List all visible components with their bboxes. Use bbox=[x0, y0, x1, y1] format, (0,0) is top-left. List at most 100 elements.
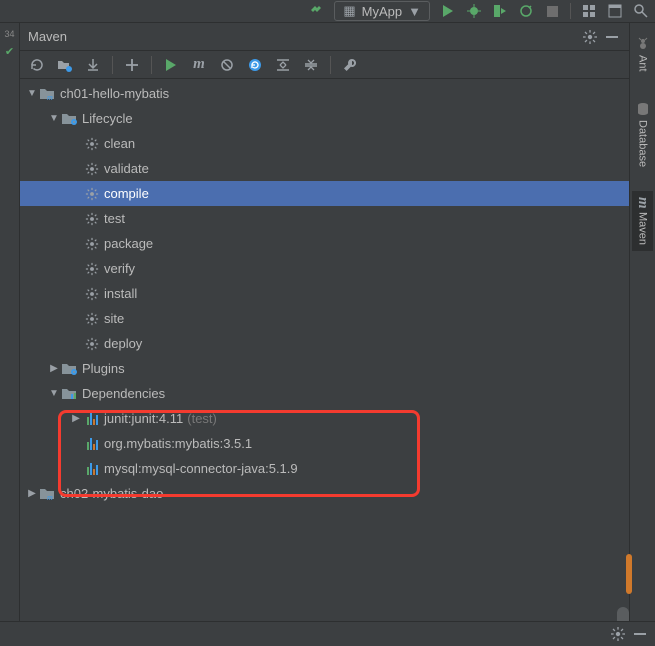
lib-icon bbox=[84, 436, 100, 452]
chevron-down-icon[interactable]: ▼ bbox=[26, 88, 38, 99]
tree-row[interactable]: install bbox=[20, 281, 629, 306]
tree-row[interactable]: verify bbox=[20, 256, 629, 281]
editor-scrollbar-marker bbox=[626, 554, 632, 594]
chevron-right-icon[interactable]: ▶ bbox=[70, 413, 82, 424]
gear-icon bbox=[84, 136, 100, 152]
play-icon[interactable] bbox=[440, 3, 456, 19]
line-badge: 34 bbox=[4, 29, 14, 39]
tree-row[interactable]: ▼ Dependencies bbox=[20, 381, 629, 406]
skip-tests-icon[interactable] bbox=[216, 54, 238, 76]
gear-icon bbox=[84, 311, 100, 327]
tree-row[interactable]: test bbox=[20, 206, 629, 231]
gear-icon bbox=[84, 186, 100, 202]
right-tab-database[interactable]: Database bbox=[634, 96, 652, 173]
tree-row[interactable]: org.mybatis:mybatis:3.5.1 bbox=[20, 431, 629, 456]
add-icon[interactable] bbox=[121, 54, 143, 76]
m-icon[interactable]: m bbox=[188, 54, 210, 76]
coverage-icon[interactable] bbox=[492, 3, 508, 19]
tree-label: ch02-mybatis-dao bbox=[60, 486, 163, 501]
minimize-icon[interactable] bbox=[603, 28, 621, 46]
generate-icon[interactable] bbox=[54, 54, 76, 76]
gear-icon bbox=[84, 211, 100, 227]
hammer-icon[interactable] bbox=[308, 3, 324, 19]
download-icon[interactable] bbox=[82, 54, 104, 76]
tree-row[interactable]: compile bbox=[20, 181, 629, 206]
tree-row[interactable]: ▶Plugins bbox=[20, 356, 629, 381]
tree-row[interactable]: mysql:mysql-connector-java:5.1.9 bbox=[20, 456, 629, 481]
window-icon[interactable] bbox=[607, 3, 623, 19]
chevron-down-icon[interactable]: ▼ bbox=[48, 388, 60, 399]
right-tab-label: Database bbox=[637, 120, 649, 167]
left-gutter: 34 ✔ bbox=[0, 23, 20, 621]
minimize-icon[interactable] bbox=[633, 627, 647, 641]
scrollbar-thumb[interactable] bbox=[617, 607, 629, 621]
gear-icon bbox=[84, 336, 100, 352]
check-icon: ✔ bbox=[5, 45, 14, 58]
layout-icon[interactable] bbox=[581, 3, 597, 19]
tree-hint: (test) bbox=[187, 411, 217, 426]
maven-icon: m bbox=[634, 197, 651, 209]
tree-label: Lifecycle bbox=[82, 111, 133, 126]
chevron-down-icon: ▼ bbox=[408, 4, 421, 19]
right-tab-ant[interactable]: Ant bbox=[634, 31, 652, 78]
panel-title: Maven bbox=[28, 29, 577, 44]
tree-row[interactable]: ▶m ch02-mybatis-dao bbox=[20, 481, 629, 506]
tree-row[interactable]: clean bbox=[20, 131, 629, 156]
maven-panel: Maven m ▼mch01-hello-mybatis▼Lifecyclecl… bbox=[20, 23, 629, 621]
cycle-icon[interactable] bbox=[244, 54, 266, 76]
gear-icon[interactable] bbox=[611, 627, 625, 641]
run-config-selector[interactable]: ▦ MyApp ▼ bbox=[334, 1, 430, 21]
chevron-right-icon[interactable]: ▶ bbox=[26, 488, 38, 499]
chevron-right-icon[interactable]: ▶ bbox=[48, 363, 60, 374]
tree-label: Dependencies bbox=[82, 386, 165, 401]
tree-label: install bbox=[104, 286, 137, 301]
app-icon: ▦ bbox=[343, 3, 355, 19]
ide-top-toolbar: ▦ MyApp ▼ bbox=[0, 0, 655, 23]
gear-icon bbox=[84, 236, 100, 252]
tree-label: clean bbox=[104, 136, 135, 151]
gear-icon bbox=[84, 286, 100, 302]
tree-label: junit:junit:4.11 bbox=[104, 411, 183, 426]
run-config-label: MyApp bbox=[362, 4, 402, 19]
panel-header: Maven bbox=[20, 23, 629, 51]
tree-label: verify bbox=[104, 261, 135, 276]
tree-row[interactable]: validate bbox=[20, 156, 629, 181]
play-icon[interactable] bbox=[160, 54, 182, 76]
tree-label: deploy bbox=[104, 336, 142, 351]
tree-row[interactable]: ▼mch01-hello-mybatis bbox=[20, 81, 629, 106]
folder-lib-icon bbox=[62, 386, 78, 402]
maven-tree[interactable]: ▼mch01-hello-mybatis▼Lifecyclecleanvalid… bbox=[20, 79, 629, 621]
tree-label: ch01-hello-mybatis bbox=[60, 86, 169, 101]
lib-icon bbox=[84, 411, 100, 427]
profile-icon[interactable] bbox=[518, 3, 534, 19]
right-gutter: Ant Database m Maven bbox=[629, 23, 655, 621]
tree-row[interactable]: ▼ Lifecycle bbox=[20, 106, 629, 131]
tree-label: package bbox=[104, 236, 153, 251]
tree-row[interactable]: site bbox=[20, 306, 629, 331]
gear-icon[interactable] bbox=[581, 28, 599, 46]
right-tab-label: Ant bbox=[637, 55, 649, 72]
stop-icon[interactable] bbox=[544, 3, 560, 19]
lib-icon bbox=[84, 461, 100, 477]
gear-icon bbox=[84, 161, 100, 177]
ant-icon bbox=[636, 37, 650, 51]
folder-icon bbox=[62, 361, 78, 377]
module-icon: m bbox=[40, 486, 56, 502]
debug-icon[interactable] bbox=[466, 3, 482, 19]
tree-row[interactable]: package bbox=[20, 231, 629, 256]
search-icon[interactable] bbox=[633, 3, 649, 19]
tree-label: compile bbox=[104, 186, 149, 201]
chevron-down-icon[interactable]: ▼ bbox=[48, 113, 60, 124]
right-tab-maven[interactable]: m Maven bbox=[632, 191, 653, 252]
wrench-icon[interactable] bbox=[339, 54, 361, 76]
expand-icon[interactable] bbox=[272, 54, 294, 76]
collapse-icon[interactable] bbox=[300, 54, 322, 76]
tree-row[interactable]: deploy bbox=[20, 331, 629, 356]
folder-icon bbox=[62, 111, 78, 127]
tree-label: validate bbox=[104, 161, 149, 176]
right-tab-label: Maven bbox=[637, 212, 649, 245]
tree-row[interactable]: ▶ junit:junit:4.11 (test) bbox=[20, 406, 629, 431]
tree-label: mysql:mysql-connector-java:5.1.9 bbox=[104, 461, 298, 476]
reload-icon[interactable] bbox=[26, 54, 48, 76]
bottom-bar bbox=[0, 621, 655, 646]
